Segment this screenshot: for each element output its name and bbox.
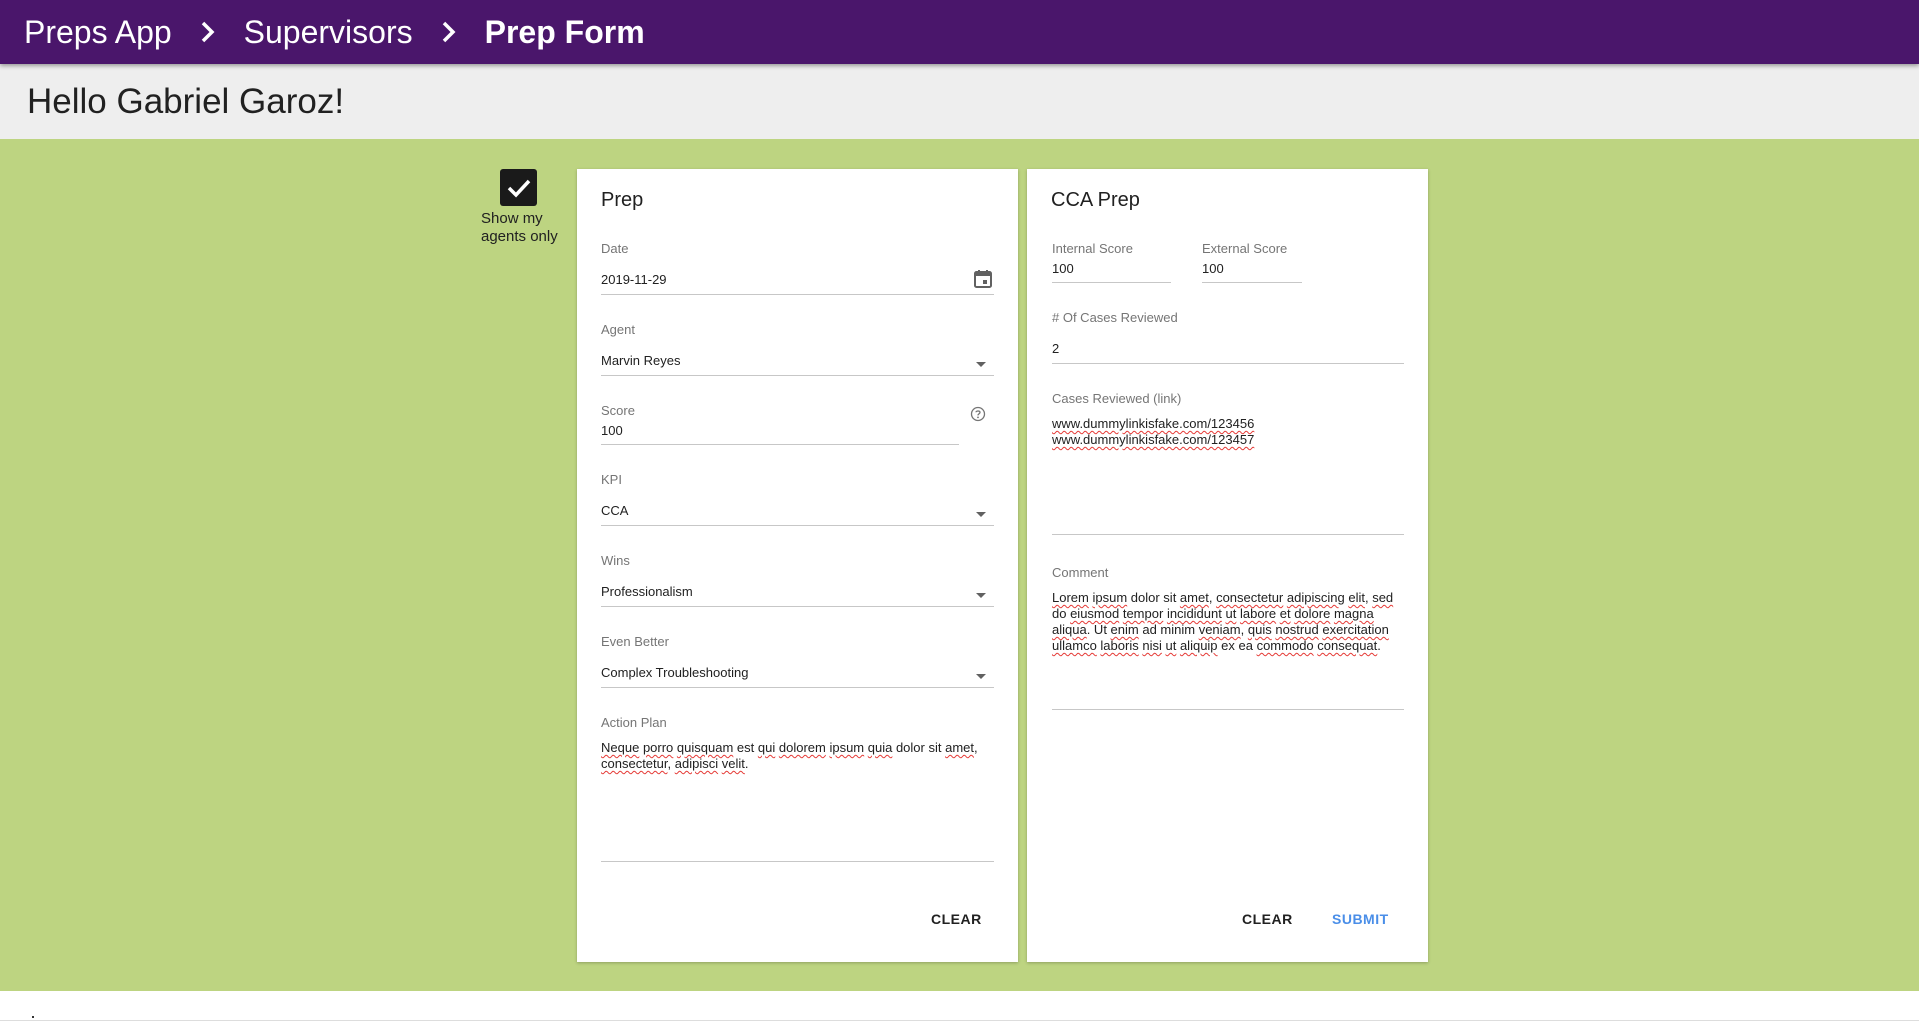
kpi-value: CCA [601, 503, 629, 518]
score-underline [601, 444, 959, 445]
comment-textarea[interactable]: Comment Lorem ipsum dolor sit amet, cons… [1052, 565, 1404, 710]
greeting-bar: Hello Gabriel Garoz! [0, 64, 1919, 139]
internal-score-value[interactable]: 100 [1052, 261, 1074, 276]
app-bar: Preps App Supervisors Prep Form [0, 0, 1919, 64]
date-value[interactable]: 2019-11-29 [601, 272, 667, 287]
greeting-text: Hello Gabriel Garoz! [27, 81, 345, 121]
action-plan-underline [601, 861, 994, 862]
dropdown-arrow-icon[interactable] [975, 668, 987, 686]
internal-score-underline [1052, 282, 1171, 283]
even-better-value: Complex Troubleshooting [601, 665, 749, 680]
wins-label: Wins [601, 553, 630, 568]
cases-reviewed-count-field[interactable]: # Of Cases Reviewed 2 [1052, 310, 1404, 364]
prep-card-title: Prep [601, 189, 644, 211]
even-better-underline [601, 687, 994, 688]
help-circle-icon[interactable] [970, 406, 986, 427]
external-score-underline [1202, 282, 1302, 283]
internal-score-label: Internal Score [1052, 241, 1133, 256]
cases-reviewed-links-textarea[interactable]: Cases Reviewed (link) www.dummylinkisfak… [1052, 391, 1404, 535]
breadcrumb-prep-form: Prep Form [484, 13, 645, 50]
kpi-label: KPI [601, 472, 622, 487]
case-link-line: www.dummylinkisfake.com/123456 [1052, 416, 1255, 431]
dropdown-arrow-icon[interactable] [975, 356, 987, 374]
cases-reviewed-count-underline [1052, 363, 1404, 364]
comment-value[interactable]: Lorem ipsum dolor sit amet, consectetur … [1052, 590, 1404, 654]
prep-clear-button[interactable]: CLEAR [931, 911, 982, 927]
external-score-field[interactable]: External Score 100 [1202, 241, 1302, 283]
even-better-select[interactable]: Even Better Complex Troubleshooting [601, 634, 994, 688]
wins-value: Professionalism [601, 584, 693, 599]
footer-dot [32, 1016, 34, 1018]
kpi-select[interactable]: KPI CCA [601, 472, 994, 526]
main-area: Show my agents only Prep Date 2019-11-29… [0, 139, 1919, 991]
comment-label: Comment [1052, 565, 1109, 580]
wins-select[interactable]: Wins Professionalism [601, 553, 994, 607]
action-plan-label: Action Plan [601, 715, 667, 730]
action-plan-textarea[interactable]: Action Plan Neque porro quisquam est qui… [601, 715, 994, 862]
date-label: Date [601, 241, 629, 256]
cca-card-title: CCA Prep [1051, 189, 1140, 211]
score-field[interactable]: Score 100 [601, 403, 994, 457]
cases-reviewed-links-value[interactable]: www.dummylinkisfake.com/123456 www.dummyl… [1052, 416, 1404, 448]
score-label: Score [601, 403, 635, 418]
show-my-agents-checkbox[interactable] [500, 169, 537, 206]
cca-prep-card: CCA Prep Internal Score 100 External Sco… [1027, 169, 1428, 962]
even-better-label: Even Better [601, 634, 669, 649]
agent-value: Marvin Reyes [601, 353, 681, 368]
footer-divider [0, 1020, 1919, 1021]
date-underline [601, 294, 994, 295]
date-field[interactable]: Date 2019-11-29 [601, 241, 994, 295]
checkmark-icon [507, 179, 530, 198]
dropdown-arrow-icon[interactable] [975, 587, 987, 605]
cases-reviewed-links-underline [1052, 534, 1404, 535]
show-my-agents-filter: Show my agents only [481, 169, 563, 246]
wins-underline [601, 606, 994, 607]
external-score-label: External Score [1202, 241, 1288, 256]
prep-card: Prep Date 2019-11-29 Agent Marvin Reyes … [577, 169, 1018, 962]
dropdown-arrow-icon[interactable] [975, 506, 987, 524]
cases-reviewed-links-label: Cases Reviewed (link) [1052, 391, 1182, 406]
cases-reviewed-count-value[interactable]: 2 [1052, 341, 1059, 356]
chevron-right-icon [437, 20, 461, 44]
kpi-underline [601, 525, 994, 526]
breadcrumb-preps-app[interactable]: Preps App [24, 14, 172, 51]
show-my-agents-label: Show my agents only [481, 210, 558, 245]
cases-reviewed-count-label: # Of Cases Reviewed [1052, 310, 1178, 325]
case-link-line: www.dummylinkisfake.com/123457 [1052, 432, 1255, 447]
agent-label: Agent [601, 322, 635, 337]
chevron-right-icon [196, 20, 220, 44]
action-plan-value[interactable]: Neque porro quisquam est qui dolorem ips… [601, 740, 994, 772]
internal-score-field[interactable]: Internal Score 100 [1052, 241, 1171, 283]
agent-underline [601, 375, 994, 376]
cca-clear-button[interactable]: CLEAR [1242, 911, 1293, 927]
comment-underline [1052, 709, 1404, 710]
external-score-value[interactable]: 100 [1202, 261, 1224, 276]
calendar-icon[interactable] [973, 269, 993, 294]
agent-select[interactable]: Agent Marvin Reyes [601, 322, 994, 376]
submit-button[interactable]: SUBMIT [1332, 911, 1389, 927]
score-value[interactable]: 100 [601, 423, 623, 438]
breadcrumb-supervisors[interactable]: Supervisors [244, 14, 413, 51]
footer [0, 991, 1919, 1025]
